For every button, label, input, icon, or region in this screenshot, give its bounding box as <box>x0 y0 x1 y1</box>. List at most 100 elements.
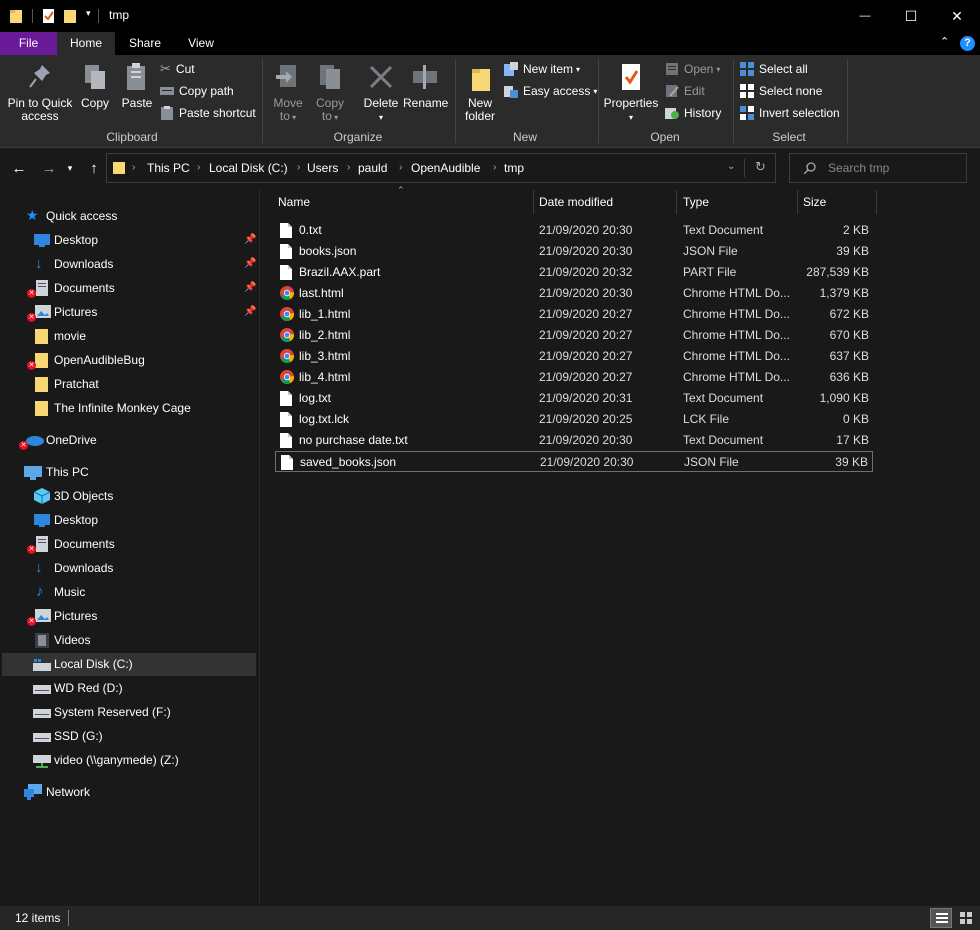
history-button[interactable]: History <box>665 104 721 122</box>
nav-pc-videos[interactable]: Videos <box>2 629 256 652</box>
file-date-modified: 21/09/2020 20:27 <box>539 349 633 363</box>
easy-access-button[interactable]: Easy access ▾ <box>504 82 597 100</box>
file-row[interactable]: lib_1.html 21/09/2020 20:27 Chrome HTML Do… <box>275 304 873 325</box>
minimize-button[interactable]: — <box>842 0 888 32</box>
breadcrumb-openaudible[interactable]: OpenAudible <box>411 161 480 175</box>
nav-quick-openaudiblebug[interactable]: ✕ OpenAudibleBug <box>2 349 256 372</box>
new-folder-qat-icon[interactable] <box>64 8 78 24</box>
maximize-button[interactable]: ☐ <box>888 0 934 32</box>
column-header-size[interactable]: Size <box>803 190 875 214</box>
refresh-icon[interactable]: ↻ <box>755 159 766 175</box>
file-row[interactable]: lib_3.html 21/09/2020 20:27 Chrome HTML Do… <box>275 346 873 367</box>
nav-quick-downloads[interactable]: ↓ Downloads 📌 <box>2 253 256 276</box>
file-row[interactable]: lib_2.html 21/09/2020 20:27 Chrome HTML Do… <box>275 325 873 346</box>
file-row[interactable]: no purchase date.txt 21/09/2020 20:30 Text… <box>275 430 873 451</box>
address-bar[interactable]: › This PC › Local Disk (C:) › Users › pa… <box>106 153 776 183</box>
nav-quick-access[interactable]: ★ Quick access <box>2 205 256 228</box>
column-resize-handle[interactable] <box>533 190 534 214</box>
nav-quick-pictures[interactable]: ✕ Pictures 📌 <box>2 301 256 324</box>
nav-pc-video-ganymede-z[interactable]: video (\\ganymede) (Z:) <box>2 749 256 772</box>
select-all-button[interactable]: Select all <box>740 60 808 78</box>
breadcrumb-separator-icon: › <box>297 162 301 173</box>
tab-share[interactable]: Share <box>118 32 172 55</box>
help-icon[interactable]: ? <box>960 36 975 51</box>
forward-button[interactable]: → <box>40 159 58 177</box>
column-resize-handle[interactable] <box>676 190 677 214</box>
nav-pc-documents[interactable]: ✕ Documents <box>2 533 256 556</box>
search-input[interactable] <box>828 160 958 176</box>
copy-button[interactable]: Copy <box>78 61 112 110</box>
column-resize-handle[interactable] <box>797 190 798 214</box>
breadcrumb-tmp[interactable]: tmp <box>504 161 524 175</box>
nav-pc-music[interactable]: ♪ Music <box>2 581 256 604</box>
nav-pc-wd-red-d[interactable]: WD Red (D:) <box>2 677 256 700</box>
nav-pc-pictures[interactable]: ✕ Pictures <box>2 605 256 628</box>
nav-pc-local-disk-c[interactable]: Local Disk (C:) <box>2 653 256 676</box>
nav-pc-system-reserved-f[interactable]: System Reserved (F:) <box>2 701 256 724</box>
close-button[interactable]: ✕ <box>934 0 980 32</box>
file-row[interactable]: lib_4.html 21/09/2020 20:27 Chrome HTML Do… <box>275 367 873 388</box>
nav-this-pc[interactable]: This PC <box>2 461 256 484</box>
paste-button[interactable]: Paste <box>118 61 156 110</box>
file-row[interactable]: 0.txt 21/09/2020 20:30 Text Document 2 KB <box>275 220 873 241</box>
qat-dropdown-icon[interactable]: ▾ <box>86 8 91 19</box>
tab-home[interactable]: Home <box>57 32 115 55</box>
nav-quick-documents[interactable]: ✕ Documents 📌 <box>2 277 256 300</box>
move-to-button[interactable]: Move to ▾ <box>270 61 306 124</box>
file-row[interactable]: log.txt.lck 21/09/2020 20:25 LCK File 0 KB <box>275 409 873 430</box>
recent-locations-button[interactable]: ▾ <box>64 159 76 177</box>
properties-button[interactable]: Properties ▾ <box>603 61 659 124</box>
pin-icon[interactable]: 📌 <box>244 234 256 245</box>
nav-pc-desktop[interactable]: Desktop <box>2 509 256 532</box>
file-row[interactable]: saved_books.json 21/09/2020 20:30 JSON Fil… <box>275 451 873 472</box>
select-none-button[interactable]: Select none <box>740 82 822 100</box>
pin-icon[interactable]: 📌 <box>244 306 256 317</box>
address-dropdown-icon[interactable]: ⌄ <box>727 161 735 172</box>
pin-to-quick-access-button[interactable]: Pin to Quick access <box>6 61 74 123</box>
cut-button[interactable]: ✂ Cut <box>160 60 195 78</box>
delete-button[interactable]: Delete ▾ <box>361 61 401 124</box>
nav-quick-infinite-monkey-cage[interactable]: The Infinite Monkey Cage <box>2 397 256 420</box>
collapse-ribbon-icon[interactable]: ⌃ <box>940 35 949 48</box>
nav-quick-desktop[interactable]: Desktop 📌 <box>2 229 256 252</box>
details-view-button[interactable] <box>930 908 952 928</box>
pin-icon[interactable]: 📌 <box>244 258 256 269</box>
edit-button[interactable]: Edit <box>665 82 705 100</box>
large-icons-view-button[interactable] <box>955 908 977 928</box>
open-button[interactable]: Open ▾ <box>665 60 720 78</box>
pin-icon[interactable]: 📌 <box>244 282 256 293</box>
nav-pc-ssd-g[interactable]: SSD (G:) <box>2 725 256 748</box>
copy-to-button[interactable]: Copy to ▾ <box>312 61 348 124</box>
nav-network[interactable]: Network <box>2 781 256 804</box>
column-header-type[interactable]: Type <box>683 190 797 214</box>
nav-quick-pratchat[interactable]: Pratchat <box>2 373 256 396</box>
up-button[interactable]: ↑ <box>85 159 103 177</box>
nav-pc-downloads[interactable]: ↓ Downloads <box>2 557 256 580</box>
column-resize-handle[interactable] <box>876 190 877 214</box>
tab-view[interactable]: View <box>175 32 227 55</box>
rename-button[interactable]: Rename <box>403 61 448 110</box>
invert-selection-button[interactable]: Invert selection <box>740 104 840 122</box>
nav-pc-3d-objects[interactable]: 3D Objects <box>2 485 256 508</box>
back-button[interactable]: ← <box>10 159 28 177</box>
nav-label: Downloads <box>54 561 114 575</box>
new-folder-button[interactable]: New folder <box>460 61 500 123</box>
paste-shortcut-button[interactable]: Paste shortcut <box>160 104 256 122</box>
breadcrumb-pauld[interactable]: pauld <box>358 161 387 175</box>
search-box[interactable] <box>789 153 967 183</box>
file-row[interactable]: last.html 21/09/2020 20:30 Chrome HTML Do.… <box>275 283 873 304</box>
breadcrumb-this-pc[interactable]: This PC <box>147 161 190 175</box>
file-row[interactable]: books.json 21/09/2020 20:30 JSON File 39 KB <box>275 241 873 262</box>
properties-qat-icon[interactable] <box>42 8 56 24</box>
column-header-name[interactable]: Name <box>278 190 532 214</box>
breadcrumb-users[interactable]: Users <box>307 161 338 175</box>
nav-onedrive[interactable]: ✕ OneDrive <box>2 429 256 452</box>
nav-quick-movie[interactable]: movie <box>2 325 256 348</box>
column-header-date[interactable]: Date modified <box>539 190 676 214</box>
file-row[interactable]: log.txt 21/09/2020 20:31 Text Document 1,09… <box>275 388 873 409</box>
copy-path-button[interactable]: Copy path <box>160 82 234 100</box>
tab-file[interactable]: File <box>0 32 57 55</box>
file-row[interactable]: Brazil.AAX.part 21/09/2020 20:32 PART File… <box>275 262 873 283</box>
new-item-button[interactable]: New item ▾ <box>504 60 580 78</box>
breadcrumb-local-disk[interactable]: Local Disk (C:) <box>209 161 288 175</box>
